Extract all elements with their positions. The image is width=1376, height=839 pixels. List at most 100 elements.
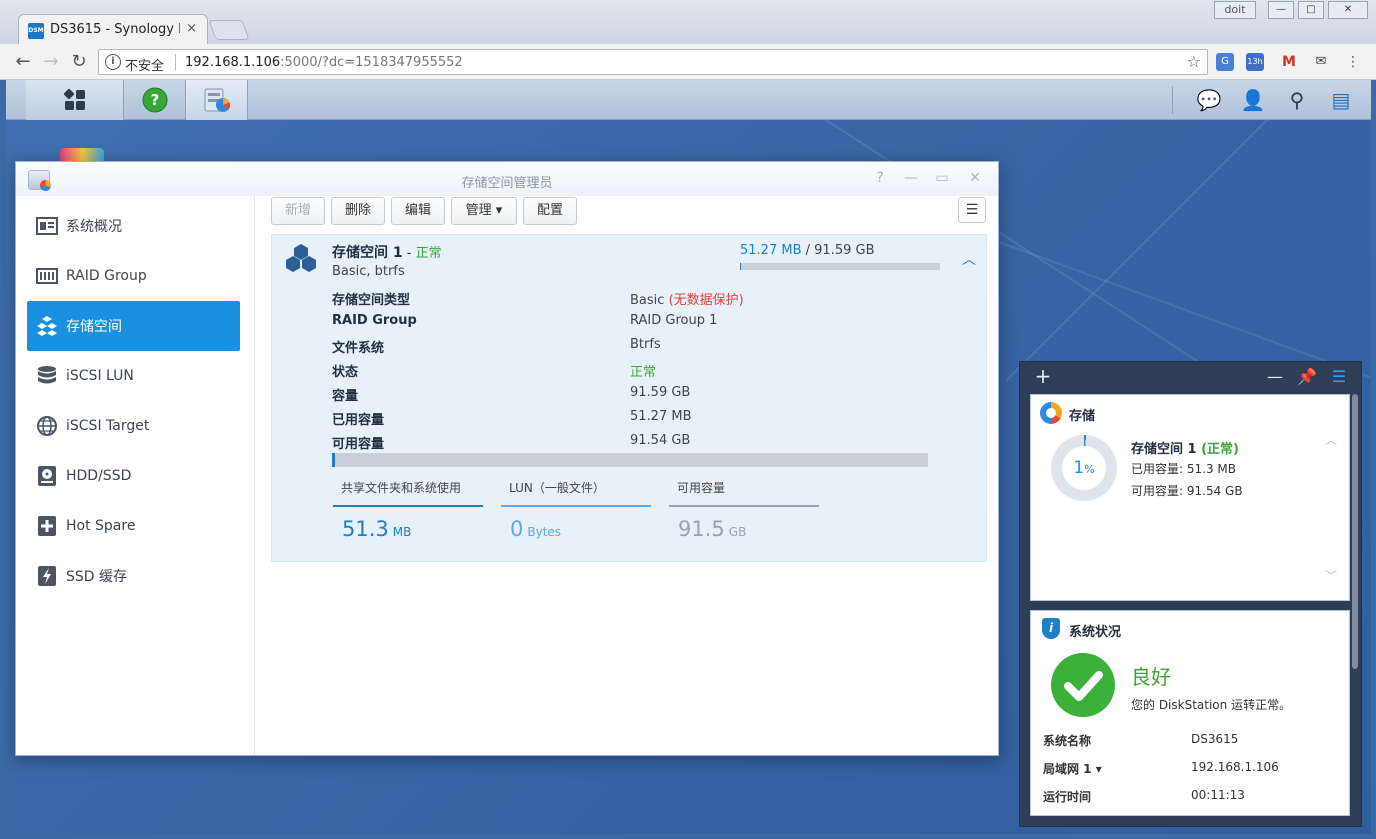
system-row-label: 运行时间 xyxy=(1043,790,1092,804)
manage-dropdown-button[interactable]: 管理 ▾ xyxy=(451,197,517,225)
stat-shared-folders: 共享文件夹和系统使用 51.3 MB xyxy=(333,469,483,545)
detail-value: 正常 xyxy=(630,365,657,380)
sidebar-item-label: HDD/SSD xyxy=(66,468,132,484)
sidebar-item-iscsi-lun[interactable]: iSCSI LUN xyxy=(27,351,240,401)
system-row-name: 系统名称 DS3615 xyxy=(1043,732,1343,749)
system-row-label[interactable]: 局域网 1 ▾ xyxy=(1043,762,1102,776)
dsm-favicon-icon: DSM xyxy=(28,23,44,39)
widgets-panel: + — 📌 ☰ 存储 1% 存储空间 1 (正常) 已用容量: 51.3 MB … xyxy=(1019,361,1362,827)
insecure-label: 不安全 xyxy=(125,59,165,74)
stat-value: 91.5 GB xyxy=(678,517,746,541)
sidebar-item-hot-spare[interactable]: Hot Spare xyxy=(27,501,240,551)
stat-value: 0 Bytes xyxy=(510,517,561,541)
tab-close-icon[interactable]: × xyxy=(186,21,197,36)
close-window-button[interactable]: ✕ xyxy=(1328,1,1368,19)
url-text[interactable]: 192.168.1.106:5000/?dc=1518347955552 xyxy=(185,55,463,70)
address-bar[interactable]: i 不安全 192.168.1.106:5000/?dc=15183479555… xyxy=(98,49,1208,75)
sidebar-item-label: RAID Group xyxy=(66,268,147,284)
translate-extension-icon[interactable]: G xyxy=(1216,53,1234,71)
new-button[interactable]: 新增 xyxy=(271,197,325,225)
usage-percent-unit: % xyxy=(1084,463,1095,476)
detail-label: 容量 xyxy=(332,389,359,404)
sidebar-item-ssd-cache[interactable]: SSD 缓存 xyxy=(27,551,240,601)
window-minimize-icon[interactable]: — xyxy=(902,170,920,186)
sidebar-item-label: iSCSI Target xyxy=(66,418,150,434)
volume-usage-bar-fill xyxy=(740,263,741,270)
capacity-separator: / xyxy=(801,243,815,258)
no-data-protection-note: (无数据保护) xyxy=(668,293,744,308)
back-arrow-icon[interactable]: ← xyxy=(12,51,34,72)
stat-label: LUN（一般文件） xyxy=(509,481,605,495)
stat-label: 共享文件夹和系统使用 xyxy=(341,481,462,495)
main-menu-button[interactable] xyxy=(26,80,124,120)
user-icon[interactable]: 👤 xyxy=(1240,88,1266,112)
sidebar-item-label: SSD 缓存 xyxy=(66,569,128,585)
mail-extension-icon[interactable]: ✉ xyxy=(1312,53,1330,71)
sidebar-item-volume[interactable]: 存储空间 xyxy=(27,301,240,351)
storage-manager-taskbar-button[interactable] xyxy=(186,80,248,120)
scroll-up-chevron-icon[interactable]: ︿ xyxy=(1325,431,1337,448)
detail-label: 存储空间类型 xyxy=(332,293,411,308)
detail-label: 状态 xyxy=(332,365,359,380)
search-icon[interactable]: ⚲ xyxy=(1284,88,1310,112)
window-header[interactable]: 存储空间管理员 ? — ▭ ✕ xyxy=(16,162,998,196)
stat-number: 0 xyxy=(510,517,524,541)
help-icon: ? xyxy=(142,87,167,113)
detail-label: 可用容量 xyxy=(332,437,385,452)
window-maximize-icon[interactable]: ▭ xyxy=(933,170,951,186)
bookmark-star-icon[interactable]: ☆ xyxy=(1187,52,1201,71)
detail-label: 已用容量 xyxy=(332,413,385,428)
gmail-extension-icon[interactable]: M xyxy=(1280,53,1298,71)
minimize-widgets-icon[interactable]: — xyxy=(1265,367,1285,386)
window-close-icon[interactable]: ✕ xyxy=(966,170,984,186)
dsm-help-button[interactable]: ? xyxy=(124,80,186,120)
wallpaper-line xyxy=(1005,97,1290,382)
browser-menu-icon[interactable]: ⋮ xyxy=(1344,53,1362,71)
storage-widget: 存储 1% 存储空间 1 (正常) 已用容量: 51.3 MB 可用容量: 91… xyxy=(1030,394,1350,601)
edit-button[interactable]: 编辑 xyxy=(391,197,445,225)
address-separator xyxy=(175,54,176,70)
window-controls: doit — □ ✕ xyxy=(1214,1,1368,19)
widgets-scrollbar[interactable] xyxy=(1352,394,1358,669)
maximize-button[interactable]: □ xyxy=(1298,1,1324,19)
info-icon[interactable]: i xyxy=(105,54,121,70)
sidebar-item-iscsi-target[interactable]: iSCSI Target xyxy=(27,401,240,451)
forward-arrow-icon[interactable]: → xyxy=(40,51,62,72)
stat-unit: MB xyxy=(392,525,412,539)
minimize-button[interactable]: — xyxy=(1268,1,1294,19)
browser-tab[interactable]: DSM DS3615 - Synology Dis × xyxy=(18,14,208,44)
sidebar-item-label: Hot Spare xyxy=(66,518,136,534)
pin-icon[interactable]: 📌 xyxy=(1297,367,1317,386)
dsm-taskbar: ? 💬 👤 ⚲ ▤ xyxy=(6,80,1371,120)
calendar-extension-icon[interactable]: 13h xyxy=(1246,53,1264,71)
volume-total-capacity: 91.59 GB xyxy=(814,243,875,258)
detail-label: RAID Group xyxy=(332,313,417,328)
volume-panel[interactable]: 存储空间 1 - 正常 Basic, btrfs 51.27 MB / 91.5… xyxy=(271,234,987,562)
browser-titlebar: DSM DS3615 - Synology Dis × doit — □ ✕ xyxy=(0,0,1376,44)
add-widget-icon[interactable]: + xyxy=(1033,364,1053,388)
url-path: :5000/?dc=1518347955552 xyxy=(280,55,463,70)
scroll-down-chevron-icon[interactable]: ﹀ xyxy=(1325,567,1337,584)
system-row-label: 系统名称 xyxy=(1043,734,1092,748)
notifications-icon[interactable]: 💬 xyxy=(1196,88,1222,112)
delete-button[interactable]: 删除 xyxy=(331,197,385,225)
sidebar-item-raid-group[interactable]: RAID Group xyxy=(27,251,240,301)
detail-row-filesystem: 文件系统 Btrfs xyxy=(332,337,661,356)
system-row-value: 00:11:13 xyxy=(1191,788,1245,802)
collapse-chevron-up-icon[interactable]: ︿ xyxy=(962,249,976,269)
system-row-lan[interactable]: 局域网 1 ▾ 192.168.1.106 xyxy=(1043,760,1343,777)
profile-button[interactable]: doit xyxy=(1214,1,1256,19)
window-help-icon[interactable]: ? xyxy=(871,170,889,186)
new-tab-button[interactable] xyxy=(208,20,250,40)
detail-value: 91.59 GB xyxy=(630,385,691,400)
volume-name: 存储空间 1 xyxy=(332,245,403,261)
widget-layout-icon[interactable]: ☰ xyxy=(1329,367,1349,386)
sidebar-item-overview[interactable]: 系统概况 xyxy=(27,201,240,251)
configure-button[interactable]: 配置 xyxy=(523,197,577,225)
storage-manager-icon xyxy=(204,88,230,112)
storage-manager-window: 存储空间管理员 ? — ▭ ✕ 系统概况 RAID Group 存储空间 iSC… xyxy=(15,161,999,756)
reload-icon[interactable]: ↻ xyxy=(68,51,90,72)
sort-order-icon[interactable]: ☰ xyxy=(958,197,986,223)
widgets-toggle-icon[interactable]: ▤ xyxy=(1328,88,1354,112)
sidebar-item-hdd-ssd[interactable]: HDD/SSD xyxy=(27,451,240,501)
